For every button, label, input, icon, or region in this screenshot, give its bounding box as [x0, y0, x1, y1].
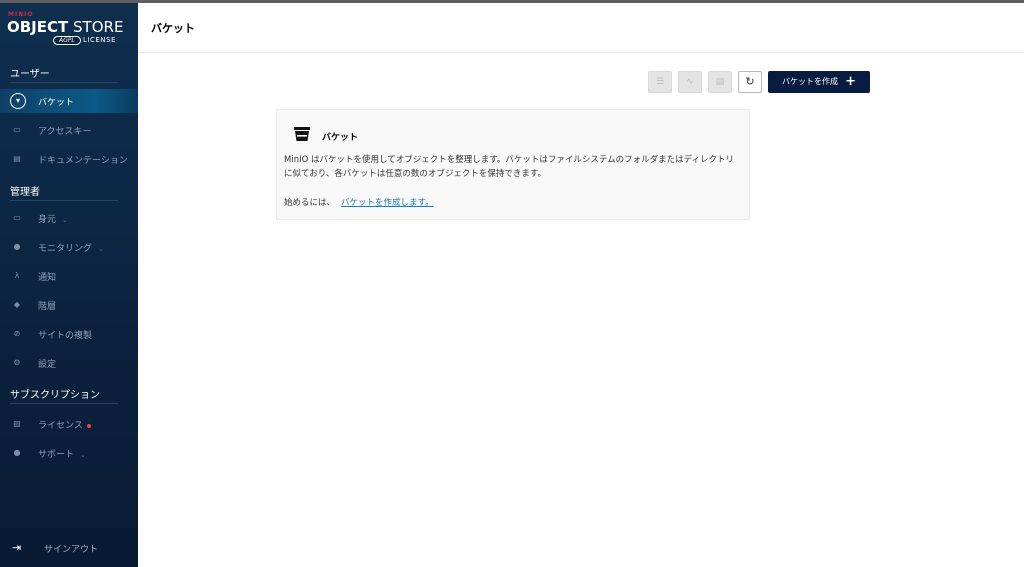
notification-dot	[86, 423, 91, 428]
bucket-icon: ▾	[10, 93, 26, 109]
sidebar-item-identity[interactable]: ▭ 身元 ⌄	[0, 206, 138, 230]
sidebar-item-tiers[interactable]: ◆ 階層	[0, 293, 138, 317]
license-text: LICENSE	[83, 36, 116, 44]
sidebar-item-label: 通知	[38, 273, 57, 283]
notification-icon: λ	[14, 271, 20, 280]
bucket-icon	[294, 127, 310, 141]
sidebar-item-label: ライセンス	[38, 418, 91, 431]
chevron-down-icon: ⌄	[80, 451, 86, 459]
sidebar-item-access-keys[interactable]: ▭ アクセスキー	[0, 118, 138, 142]
replication-icon: ∿	[686, 77, 694, 87]
page-header: バケット	[138, 3, 1024, 53]
create-bucket-label: バケットを作成	[782, 77, 838, 86]
section-admin: 管理者	[10, 187, 40, 198]
section-subscription: サブスクリプション	[10, 390, 100, 401]
minio-logo[interactable]: MINIO OBJECT STORE AGPL LICENSE	[7, 11, 131, 51]
monitoring-icon: ●	[13, 242, 21, 251]
refresh-icon: ↻	[745, 75, 755, 88]
agpl-badge: AGPL	[53, 36, 81, 45]
sidebar-item-documentation[interactable]: ▤ ドキュメンテーション	[0, 147, 138, 171]
refresh-button[interactable]: ↻	[738, 71, 762, 93]
sign-out-button[interactable]: ⇥ サインアウト	[0, 538, 138, 558]
lifecycle-button[interactable]: ▤	[708, 71, 732, 93]
lifecycle-icon: ▤	[715, 77, 725, 87]
divider	[10, 82, 118, 83]
sidebar-item-label: サポート ⌄	[38, 450, 86, 460]
sidebar-item-support[interactable]: ● サポート ⌄	[0, 441, 138, 465]
support-icon: ●	[13, 448, 21, 457]
sidebar-item-buckets[interactable]: ▾ バケット	[0, 89, 138, 113]
docs-icon: ▤	[13, 154, 21, 163]
sidebar-item-label: モニタリング ⌄	[38, 244, 104, 254]
chevron-down-icon: ⌄	[98, 245, 104, 253]
sidebar-item-label: 設定	[38, 360, 57, 370]
buckets-info-card: バケット MinIO はバケットを使用してオブジェクトを整理します。バケットはフ…	[276, 109, 750, 220]
chevron-down-icon: ⌄	[62, 216, 68, 224]
sidebar-item-license[interactable]: ▧ ライセンス	[0, 412, 138, 436]
page-title: バケット	[151, 22, 195, 35]
divider	[10, 200, 118, 201]
list-icon: ☰	[655, 77, 665, 87]
card-title: バケット	[322, 133, 359, 143]
tiers-icon: ◆	[13, 300, 21, 309]
sidebar-item-label: アクセスキー	[38, 127, 92, 137]
sidebar: MINIO OBJECT STORE AGPL LICENSE ユーザー ▾ バ…	[0, 3, 138, 567]
plus-icon: +	[845, 74, 856, 89]
logo-brand: MINIO	[8, 11, 34, 18]
sign-out-label: サインアウト	[44, 545, 99, 555]
replication-button[interactable]: ∿	[678, 71, 702, 93]
create-bucket-button[interactable]: バケットを作成 +	[768, 71, 870, 93]
divider	[10, 403, 118, 404]
sidebar-item-notifications[interactable]: λ 通知	[0, 264, 138, 288]
sidebar-item-label: サイトの複製	[38, 331, 93, 341]
logo-title: OBJECT STORE	[7, 18, 124, 36]
settings-icon: ⚙	[13, 358, 21, 367]
license-icon: ▧	[13, 419, 21, 428]
sidebar-item-label: ドキュメンテーション	[38, 156, 128, 166]
identity-icon: ▭	[13, 213, 21, 222]
card-description: MinIO はバケットを使用してオブジェクトを整理します。バケットはファイルシス…	[284, 155, 735, 179]
replication-icon: ⊘	[13, 329, 21, 338]
sidebar-item-label: 身元 ⌄	[38, 215, 68, 225]
sidebar-item-label: 階層	[38, 302, 57, 312]
sidebar-item-site-replication[interactable]: ⊘ サイトの複製	[0, 322, 138, 346]
key-icon: ▭	[13, 125, 21, 134]
get-started-text: 始めるには、 バケットを作成します。	[284, 198, 434, 208]
logout-icon: ⇥	[12, 541, 22, 554]
section-user: ユーザー	[10, 69, 50, 80]
list-view-button[interactable]: ☰	[648, 71, 672, 93]
create-bucket-link[interactable]: バケットを作成します。	[341, 198, 434, 208]
sidebar-item-label: バケット	[38, 98, 75, 108]
sidebar-item-monitoring[interactable]: ● モニタリング ⌄	[0, 235, 138, 259]
sidebar-item-settings[interactable]: ⚙ 設定	[0, 351, 138, 375]
